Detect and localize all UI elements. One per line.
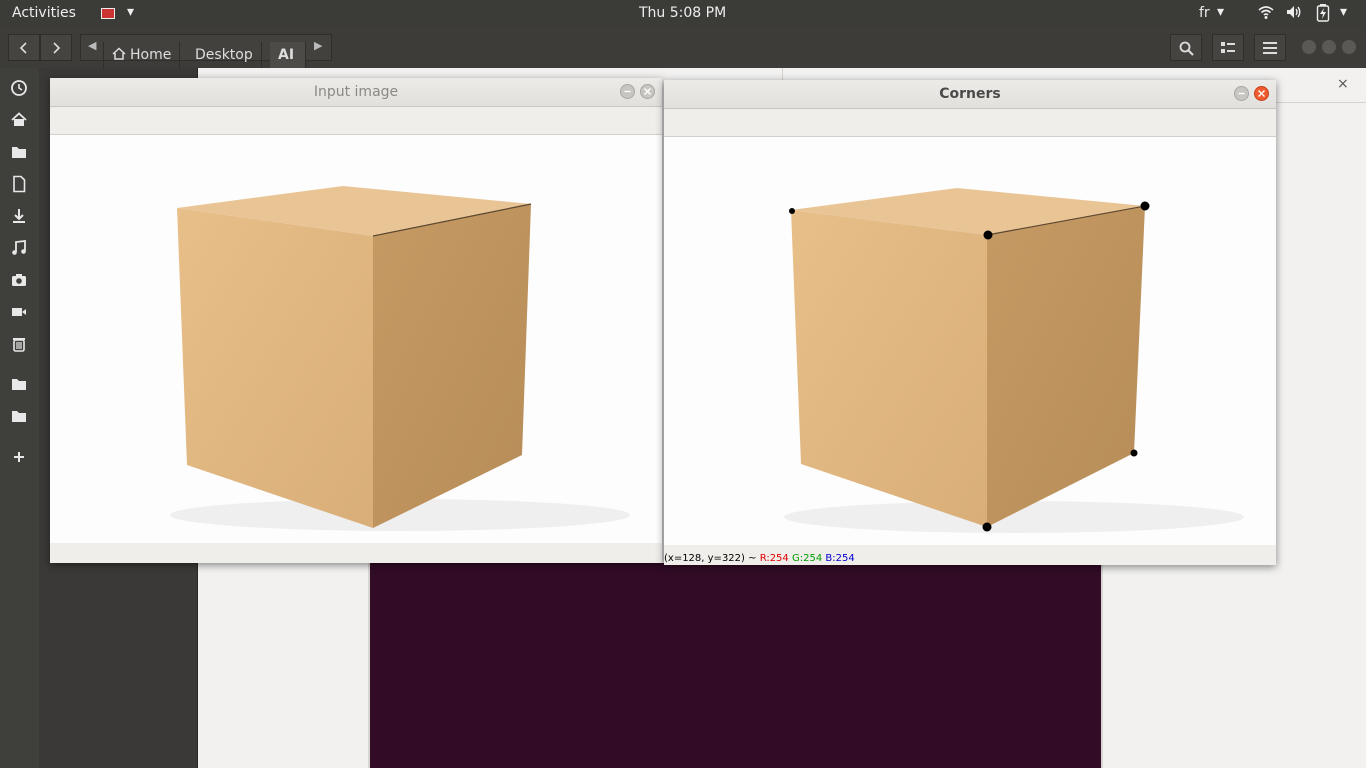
chevron-right-icon xyxy=(53,42,61,54)
red-value: R:254 xyxy=(759,553,789,564)
top-bar: Activities ▾ Thu 5:08 PM fr ▾ ▾ xyxy=(0,0,1366,27)
breadcrumb-desktop[interactable]: Desktop xyxy=(187,42,262,69)
file-icon[interactable] xyxy=(9,174,29,194)
window-title: Corners xyxy=(939,86,1001,102)
breadcrumb-ai-label: AI xyxy=(278,47,295,63)
terminal-window[interactable] xyxy=(368,563,1103,768)
close-icon xyxy=(1258,90,1265,97)
window-titlebar[interactable]: Corners xyxy=(664,80,1276,109)
blue-value: B:254 xyxy=(825,553,855,564)
app-indicator-icon[interactable] xyxy=(101,8,115,19)
pixel-status-bar: (x=128, y=322) ~ R:254 G:254 B:254 xyxy=(664,552,1276,565)
window-titlebar[interactable]: Input image xyxy=(50,78,662,107)
trash-icon[interactable] xyxy=(9,334,29,354)
path-bar: ◀ Home Desktop AI ▶ xyxy=(80,34,332,69)
minimize-icon xyxy=(624,90,631,93)
path-scroll-right[interactable]: ▶ xyxy=(314,39,322,52)
documents-icon[interactable] xyxy=(9,142,29,162)
menu-button[interactable] xyxy=(1254,34,1286,61)
breadcrumb-desktop-label: Desktop xyxy=(195,47,253,63)
minimize-button[interactable] xyxy=(620,84,635,99)
pictures-icon[interactable] xyxy=(9,270,29,290)
window-title: Input image xyxy=(313,84,399,100)
close-icon[interactable] xyxy=(1342,40,1356,54)
close-button[interactable] xyxy=(640,84,655,99)
path-scroll-left[interactable]: ◀ xyxy=(88,39,96,52)
corner-marker xyxy=(1130,449,1138,457)
close-button[interactable] xyxy=(1254,86,1269,101)
panel-close-button[interactable]: × xyxy=(1337,76,1349,92)
file-manager-header: ◀ Home Desktop AI ▶ xyxy=(0,27,1366,69)
chevron-down-icon[interactable]: ▾ xyxy=(1217,4,1224,20)
forward-button[interactable] xyxy=(40,34,72,61)
recent-icon[interactable] xyxy=(9,78,29,98)
folder-icon[interactable] xyxy=(9,374,29,394)
home-icon[interactable] xyxy=(9,110,29,130)
home-icon xyxy=(112,47,126,60)
videos-icon[interactable] xyxy=(9,302,29,322)
green-value: G:254 xyxy=(791,553,823,564)
window-toolbar xyxy=(50,107,662,135)
downloads-icon[interactable] xyxy=(9,206,29,226)
chevron-down-icon[interactable]: ▾ xyxy=(127,4,134,20)
view-toggle-button[interactable] xyxy=(1212,34,1244,61)
breadcrumb-home-label: Home xyxy=(130,47,172,63)
close-icon xyxy=(644,88,651,95)
add-icon[interactable] xyxy=(9,447,29,467)
chevron-down-icon[interactable]: ▾ xyxy=(1340,4,1347,20)
list-view-icon xyxy=(1221,42,1235,53)
clock[interactable]: Thu 5:08 PM xyxy=(639,5,726,21)
window-toolbar xyxy=(664,109,1276,137)
hamburger-icon xyxy=(1263,42,1277,54)
dock xyxy=(0,68,39,768)
cursor-coords: (x=128, y=322) ~ xyxy=(664,553,757,564)
corners-window[interactable]: Corners xyxy=(664,80,1276,565)
search-icon xyxy=(1179,41,1194,56)
corner-marker xyxy=(1140,201,1150,211)
maximize-icon[interactable] xyxy=(1322,40,1336,54)
input-image-canvas[interactable] xyxy=(50,135,662,543)
corner-marker xyxy=(982,522,992,532)
language-indicator[interactable]: fr xyxy=(1199,5,1210,21)
volume-icon[interactable] xyxy=(1286,4,1302,24)
minimize-icon[interactable] xyxy=(1302,40,1316,54)
corner-marker xyxy=(789,208,795,214)
corner-marker xyxy=(983,230,993,240)
minimize-icon xyxy=(1238,92,1245,95)
breadcrumb-home[interactable]: Home xyxy=(103,42,181,69)
folder-icon[interactable] xyxy=(9,406,29,426)
music-icon[interactable] xyxy=(9,238,29,258)
breadcrumb-ai[interactable]: AI xyxy=(270,42,306,69)
corners-image-canvas[interactable] xyxy=(664,137,1276,545)
wifi-icon[interactable] xyxy=(1258,4,1274,24)
search-button[interactable] xyxy=(1170,34,1202,61)
cardboard-box-image xyxy=(170,186,630,531)
cardboard-box-corners-image xyxy=(784,188,1244,533)
input-image-window[interactable]: Input image xyxy=(50,78,662,563)
chevron-left-icon xyxy=(19,42,27,54)
activities-button[interactable]: Activities xyxy=(12,5,76,21)
minimize-button[interactable] xyxy=(1234,86,1249,101)
back-button[interactable] xyxy=(8,34,40,61)
battery-icon[interactable] xyxy=(1316,4,1330,26)
